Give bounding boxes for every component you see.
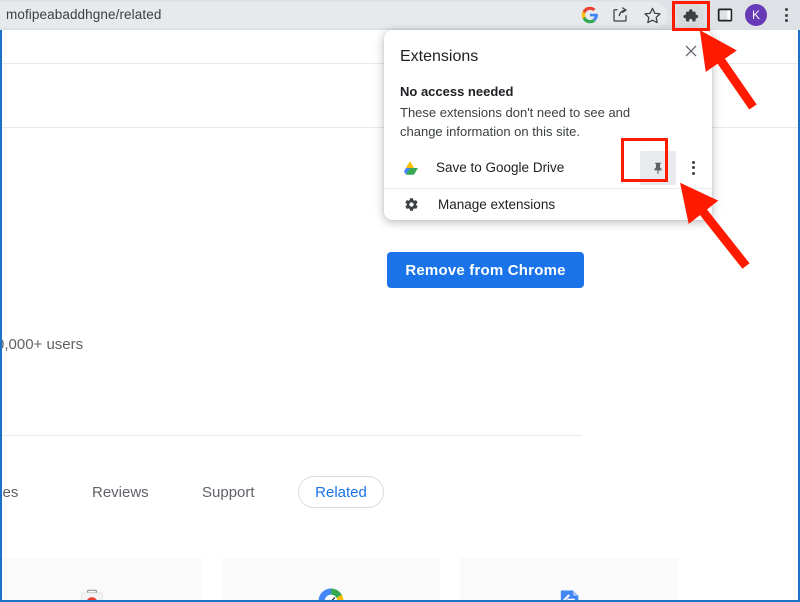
- share-icon[interactable]: [605, 0, 635, 30]
- kebab-dots: [691, 160, 695, 175]
- bookmark-star-icon[interactable]: [637, 0, 667, 30]
- related-card[interactable]: [222, 558, 440, 600]
- close-icon[interactable]: [678, 38, 704, 64]
- chrome-web-store-icon: [77, 586, 107, 600]
- screenshot-root: mofipeabaddhgne/related K Remove from Ch…: [0, 0, 800, 602]
- extension-list-item[interactable]: Save to Google Drive: [384, 147, 712, 189]
- kebab-dots: [784, 8, 788, 22]
- related-cards: [2, 558, 798, 600]
- no-access-heading: No access needed: [400, 84, 514, 99]
- extensions-icon-background: [676, 1, 704, 29]
- google-docs-offline-icon: [316, 586, 346, 600]
- address-bar-text: mofipeabaddhgne/related: [6, 7, 162, 22]
- tab-practices[interactable]: ctices: [2, 476, 18, 510]
- extensions-popup-title: Extensions: [400, 48, 479, 65]
- profile-avatar[interactable]: K: [741, 0, 771, 30]
- tab-support[interactable]: Support: [202, 476, 255, 510]
- google-g-icon[interactable]: [575, 0, 605, 30]
- tab-related[interactable]: Related: [298, 476, 384, 508]
- remove-from-chrome-button[interactable]: Remove from Chrome: [387, 252, 584, 288]
- avatar-initial: K: [745, 4, 767, 26]
- extension-more-options-icon[interactable]: [680, 153, 706, 183]
- manage-extensions-item[interactable]: Manage extensions: [384, 189, 712, 220]
- users-count-label: 0,000+ users: [2, 336, 84, 353]
- capture-frame-left: [0, 30, 2, 602]
- browser-toolbar: mofipeabaddhgne/related K: [0, 0, 800, 30]
- side-panel-icon[interactable]: [710, 0, 740, 30]
- manage-extensions-label: Manage extensions: [438, 197, 556, 212]
- gear-icon: [402, 197, 420, 212]
- extensions-puzzle-icon[interactable]: [675, 0, 705, 30]
- office-editing-doc-icon: [555, 587, 583, 600]
- extensions-popup: Extensions No access needed These extens…: [384, 30, 712, 220]
- no-access-description: These extensions don't need to see and c…: [400, 105, 631, 139]
- section-divider: [2, 435, 582, 436]
- extension-name: Save to Google Drive: [436, 160, 565, 175]
- detail-tabs: ctices Reviews Support Related: [2, 476, 798, 510]
- related-card[interactable]: [460, 558, 678, 600]
- google-drive-icon: [400, 159, 420, 177]
- chrome-menu-icon[interactable]: [775, 0, 797, 30]
- related-card[interactable]: [2, 558, 202, 600]
- tab-reviews[interactable]: Reviews: [92, 476, 149, 510]
- pin-button[interactable]: [640, 150, 676, 185]
- address-bar[interactable]: mofipeabaddhgne/related: [0, 2, 668, 28]
